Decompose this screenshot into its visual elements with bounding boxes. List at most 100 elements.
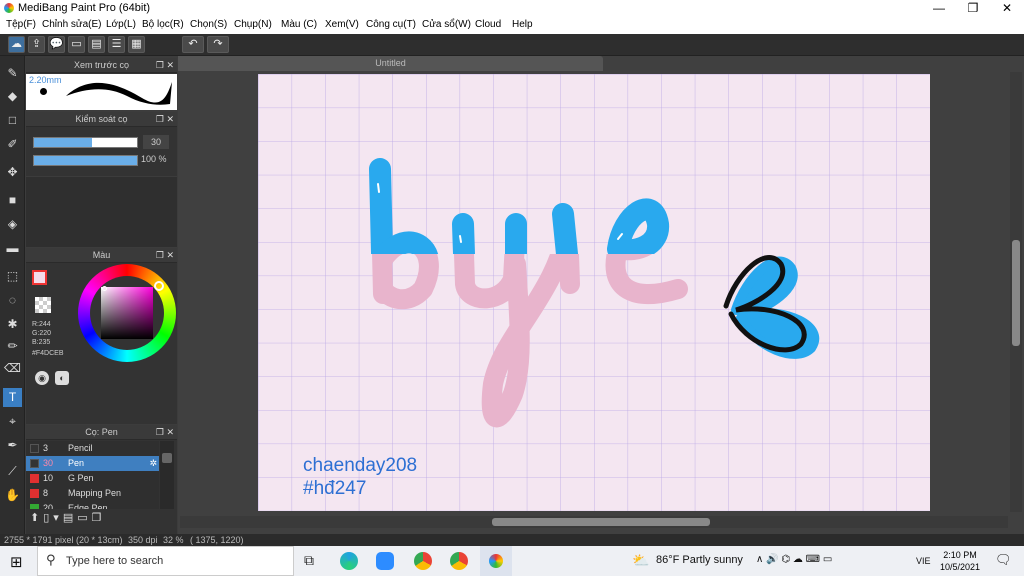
share-icon[interactable]: ⇪ (28, 36, 45, 53)
zoom-icon[interactable] (376, 552, 394, 570)
comment-icon[interactable]: 💬 (48, 36, 65, 53)
menu-layer[interactable]: Lớp(L) (106, 19, 136, 30)
horizontal-scrollbar[interactable] (180, 516, 1008, 528)
maximize-button[interactable]: ❐ (956, 0, 990, 17)
hue-wheel[interactable] (78, 264, 176, 362)
rect-select-icon[interactable]: ⬚ (3, 267, 22, 286)
menu-tools[interactable]: Công cụ(T) (366, 19, 416, 30)
lasso-icon[interactable]: ◌ (3, 291, 22, 310)
brush-item-pen[interactable]: 30 Pen ✲ (26, 456, 159, 471)
menu-select[interactable]: Chọn(S) (190, 19, 227, 30)
menu-capture[interactable]: Chụp(N) (234, 19, 272, 30)
zoom-level: 32 % (163, 535, 184, 545)
close-button[interactable]: ✕ (990, 0, 1024, 17)
color-history-icon[interactable]: ◐ (55, 371, 69, 385)
undo-icon[interactable]: ↶ (182, 36, 204, 53)
bucket-icon[interactable]: ◈ (3, 215, 22, 234)
panel-buttons[interactable]: ❐ ✕ (156, 425, 174, 440)
brush-list-actions[interactable]: ⬆▯▾▤▭❐ (30, 511, 106, 524)
panel-buttons[interactable]: ❐ ✕ (156, 112, 174, 127)
dot-icon[interactable]: □ (3, 111, 22, 130)
opacity-slider[interactable] (33, 155, 138, 166)
canvas[interactable]: chaenday208 #hđ247 (258, 74, 930, 511)
select-pen-icon[interactable]: ✐ (3, 135, 22, 154)
select-eraser-icon[interactable]: ⌫ (3, 359, 22, 378)
notification-icon[interactable]: 🗨 (995, 552, 1012, 568)
gradient-icon[interactable]: ▬ (3, 239, 22, 258)
brush-menu-icon[interactable]: ▾ (53, 512, 63, 524)
task-view-icon[interactable]: ⧉ (304, 552, 314, 569)
cloud-icon[interactable]: ☁ (8, 36, 25, 53)
cursor-coords: ( 1375, 1220) (190, 535, 244, 545)
blue-value: B:235 (32, 339, 51, 346)
list-icon[interactable]: ☰ (108, 36, 125, 53)
brush-item-edge-pen[interactable]: 20 Edge Pen (26, 501, 159, 509)
menu-help[interactable]: Help (512, 19, 533, 30)
chrome-icon[interactable] (414, 552, 432, 570)
vertical-scroll-thumb[interactable] (1012, 240, 1020, 346)
search-icon: ⚲ (46, 552, 56, 567)
gear-icon[interactable]: ✲ (149, 456, 157, 471)
duplicate-icon[interactable]: ❐ (92, 512, 106, 524)
windows-start-icon[interactable]: ⊞ (10, 553, 23, 571)
menu-window[interactable]: Cửa sổ(W) (422, 19, 471, 30)
new-brush-icon[interactable]: ▯ (43, 512, 53, 524)
add-brush-icon[interactable]: ⬆ (30, 512, 43, 524)
brush-dot (40, 88, 47, 95)
minimize-button[interactable]: — (922, 0, 956, 17)
text-icon[interactable]: T (3, 388, 22, 407)
transparent-swatch[interactable] (35, 297, 51, 313)
brush-copy-icon[interactable]: ▤ (63, 512, 77, 524)
chrome-profile-icon[interactable] (450, 552, 468, 570)
menu-filter[interactable]: Bộ lọc(R) (142, 19, 184, 30)
annotation-line-1: chaenday208 (303, 455, 418, 476)
menu-cloud[interactable]: Cloud (475, 19, 501, 30)
vertical-scrollbar[interactable] (1010, 72, 1022, 512)
menu-edit[interactable]: Chỉnh sửa(E) (42, 19, 102, 30)
primary-color-swatch[interactable] (32, 270, 47, 285)
language-indicator[interactable]: VIE (916, 556, 931, 566)
brush-size-slider[interactable] (33, 137, 138, 148)
page-icon[interactable]: ▤ (88, 36, 105, 53)
color-marker[interactable] (102, 286, 107, 291)
clock[interactable]: 2:10 PM 10/5/2021 (940, 549, 980, 573)
brush-item-g-pen[interactable]: 10 G Pen (26, 471, 159, 486)
brush-item-mapping-pen[interactable]: 8 Mapping Pen (26, 486, 159, 501)
saturation-square[interactable] (101, 287, 153, 339)
weather-text[interactable]: 86°F Partly sunny (656, 554, 743, 566)
operation-icon[interactable]: ⌖ (3, 412, 22, 431)
menu-file[interactable]: Tệp(F) (6, 19, 36, 30)
redo-icon[interactable]: ↷ (207, 36, 229, 53)
tray-icons[interactable]: ∧ 🔊 ⌬ ☁ ⌨ ▭ (756, 554, 832, 565)
move-icon[interactable]: ✥ (3, 163, 22, 182)
select-pen-tool-icon[interactable]: ✏ (3, 337, 22, 356)
brush-list-scrollbar[interactable] (160, 441, 174, 509)
panel-buttons[interactable]: ❐ ✕ (156, 58, 174, 73)
weather-icon[interactable]: ⛅ (632, 552, 649, 569)
divide-icon[interactable]: ✒ (3, 436, 22, 455)
eraser-icon[interactable]: ◆ (3, 87, 22, 106)
search-box[interactable]: ⚲ Type here to search (37, 546, 294, 576)
edge-icon[interactable] (340, 552, 358, 570)
hand-icon[interactable]: ✋ (3, 486, 22, 505)
eyedropper-icon[interactable]: ⟋ (3, 462, 22, 481)
document-tab[interactable]: Untitled (178, 56, 603, 71)
brush-size-value[interactable]: 30 (143, 135, 169, 149)
menu-view[interactable]: Xem(V) (325, 19, 359, 30)
magic-wand-icon[interactable]: ✱ (3, 315, 22, 334)
medibang-taskbar-item[interactable] (480, 546, 512, 576)
panel-buttons[interactable]: ❐ ✕ (156, 248, 174, 263)
brush-item-pencil[interactable]: 3 Pencil (26, 441, 159, 456)
message-icon[interactable]: ▭ (68, 36, 85, 53)
grid-icon[interactable]: ▦ (128, 36, 145, 53)
hue-marker[interactable] (154, 281, 164, 291)
canvas-artwork (258, 74, 930, 511)
brush-stroke-preview: 2.20mm (26, 74, 177, 110)
horizontal-scroll-thumb[interactable] (492, 518, 710, 526)
fill-rect-icon[interactable]: ■ (3, 191, 22, 210)
panel-title: Cọ: Pen (85, 427, 118, 437)
palette-icon[interactable]: ◉ (35, 371, 49, 385)
brush-icon[interactable]: ✎ (3, 64, 22, 83)
folder-icon[interactable]: ▭ (77, 512, 91, 524)
menu-color[interactable]: Màu (C) (281, 19, 317, 30)
